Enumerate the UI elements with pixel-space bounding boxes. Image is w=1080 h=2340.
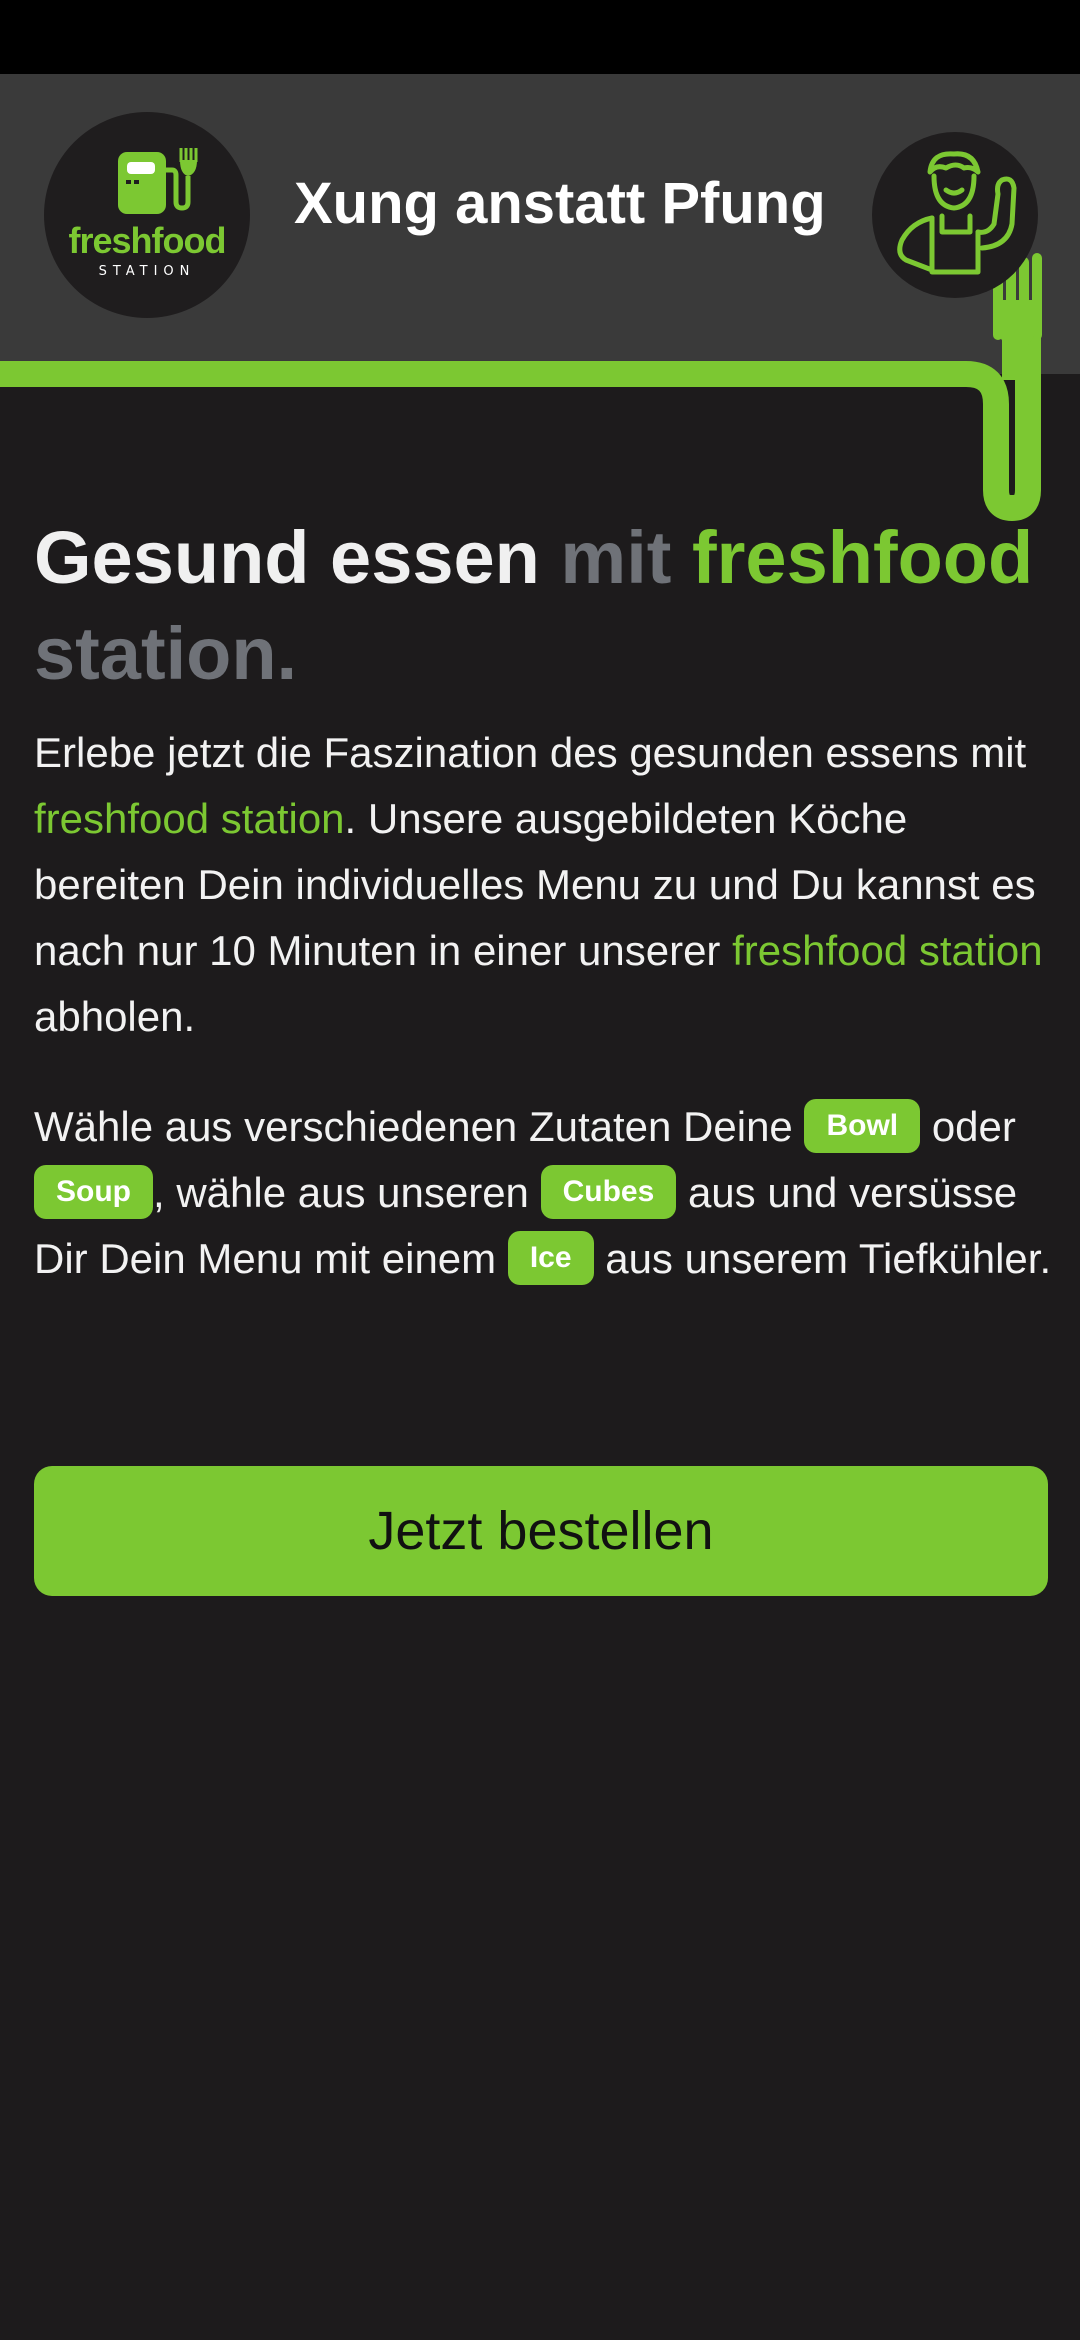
intro-text-1: Erlebe jetzt die Faszination des gesunde…: [34, 729, 1027, 776]
headline-part2: mit: [560, 516, 672, 599]
user-profile-icon: [897, 151, 1017, 275]
intro-highlight-1: freshfood station: [34, 795, 345, 842]
intro-paragraph: Erlebe jetzt die Faszination des gesunde…: [34, 720, 1054, 1050]
freshfood-logo[interactable]: freshfood STATION: [44, 112, 250, 318]
choice-paragraph: Wähle aus verschiedenen Zutaten Deine Bo…: [34, 1094, 1054, 1292]
logo-brand: freshfood: [44, 220, 250, 262]
app-screen: freshfood STATION Xung anstatt Pfung Ges…: [0, 0, 1080, 2340]
main-content: Gesund essen mit freshfood station. Erle…: [34, 510, 1054, 1292]
chip-soup[interactable]: Soup: [34, 1164, 153, 1219]
status-bar: [0, 0, 1080, 74]
fuel-pump-icon: [118, 148, 198, 214]
headline-part3: freshfood: [691, 516, 1034, 599]
headline-part1: Gesund essen: [34, 516, 540, 599]
chip-ice[interactable]: Ice: [507, 1230, 594, 1285]
logo-brand-part2: food: [151, 220, 227, 261]
chip-bowl[interactable]: Bowl: [804, 1098, 921, 1153]
order-now-button[interactable]: Jetzt bestellen: [34, 1466, 1048, 1596]
avatar[interactable]: [872, 132, 1038, 298]
choice-text-3: , wähle aus unseren: [153, 1169, 529, 1216]
choice-text-5: aus unserem Tiefkühler.: [605, 1235, 1052, 1282]
intro-text-3: abholen.: [34, 993, 196, 1040]
headline: Gesund essen mit freshfood station.: [34, 510, 1054, 702]
intro-highlight-2: freshfood station: [732, 927, 1043, 974]
chip-cubes[interactable]: Cubes: [540, 1164, 677, 1219]
page-title: Xung anstatt Pfung: [294, 171, 826, 236]
headline-part4: station.: [34, 612, 298, 695]
choice-text-2: oder: [931, 1103, 1016, 1150]
logo-subtitle: STATION: [98, 264, 196, 279]
logo-brand-part1: fresh: [68, 220, 153, 261]
choice-text-1: Wähle aus verschiedenen Zutaten Deine: [34, 1103, 793, 1150]
